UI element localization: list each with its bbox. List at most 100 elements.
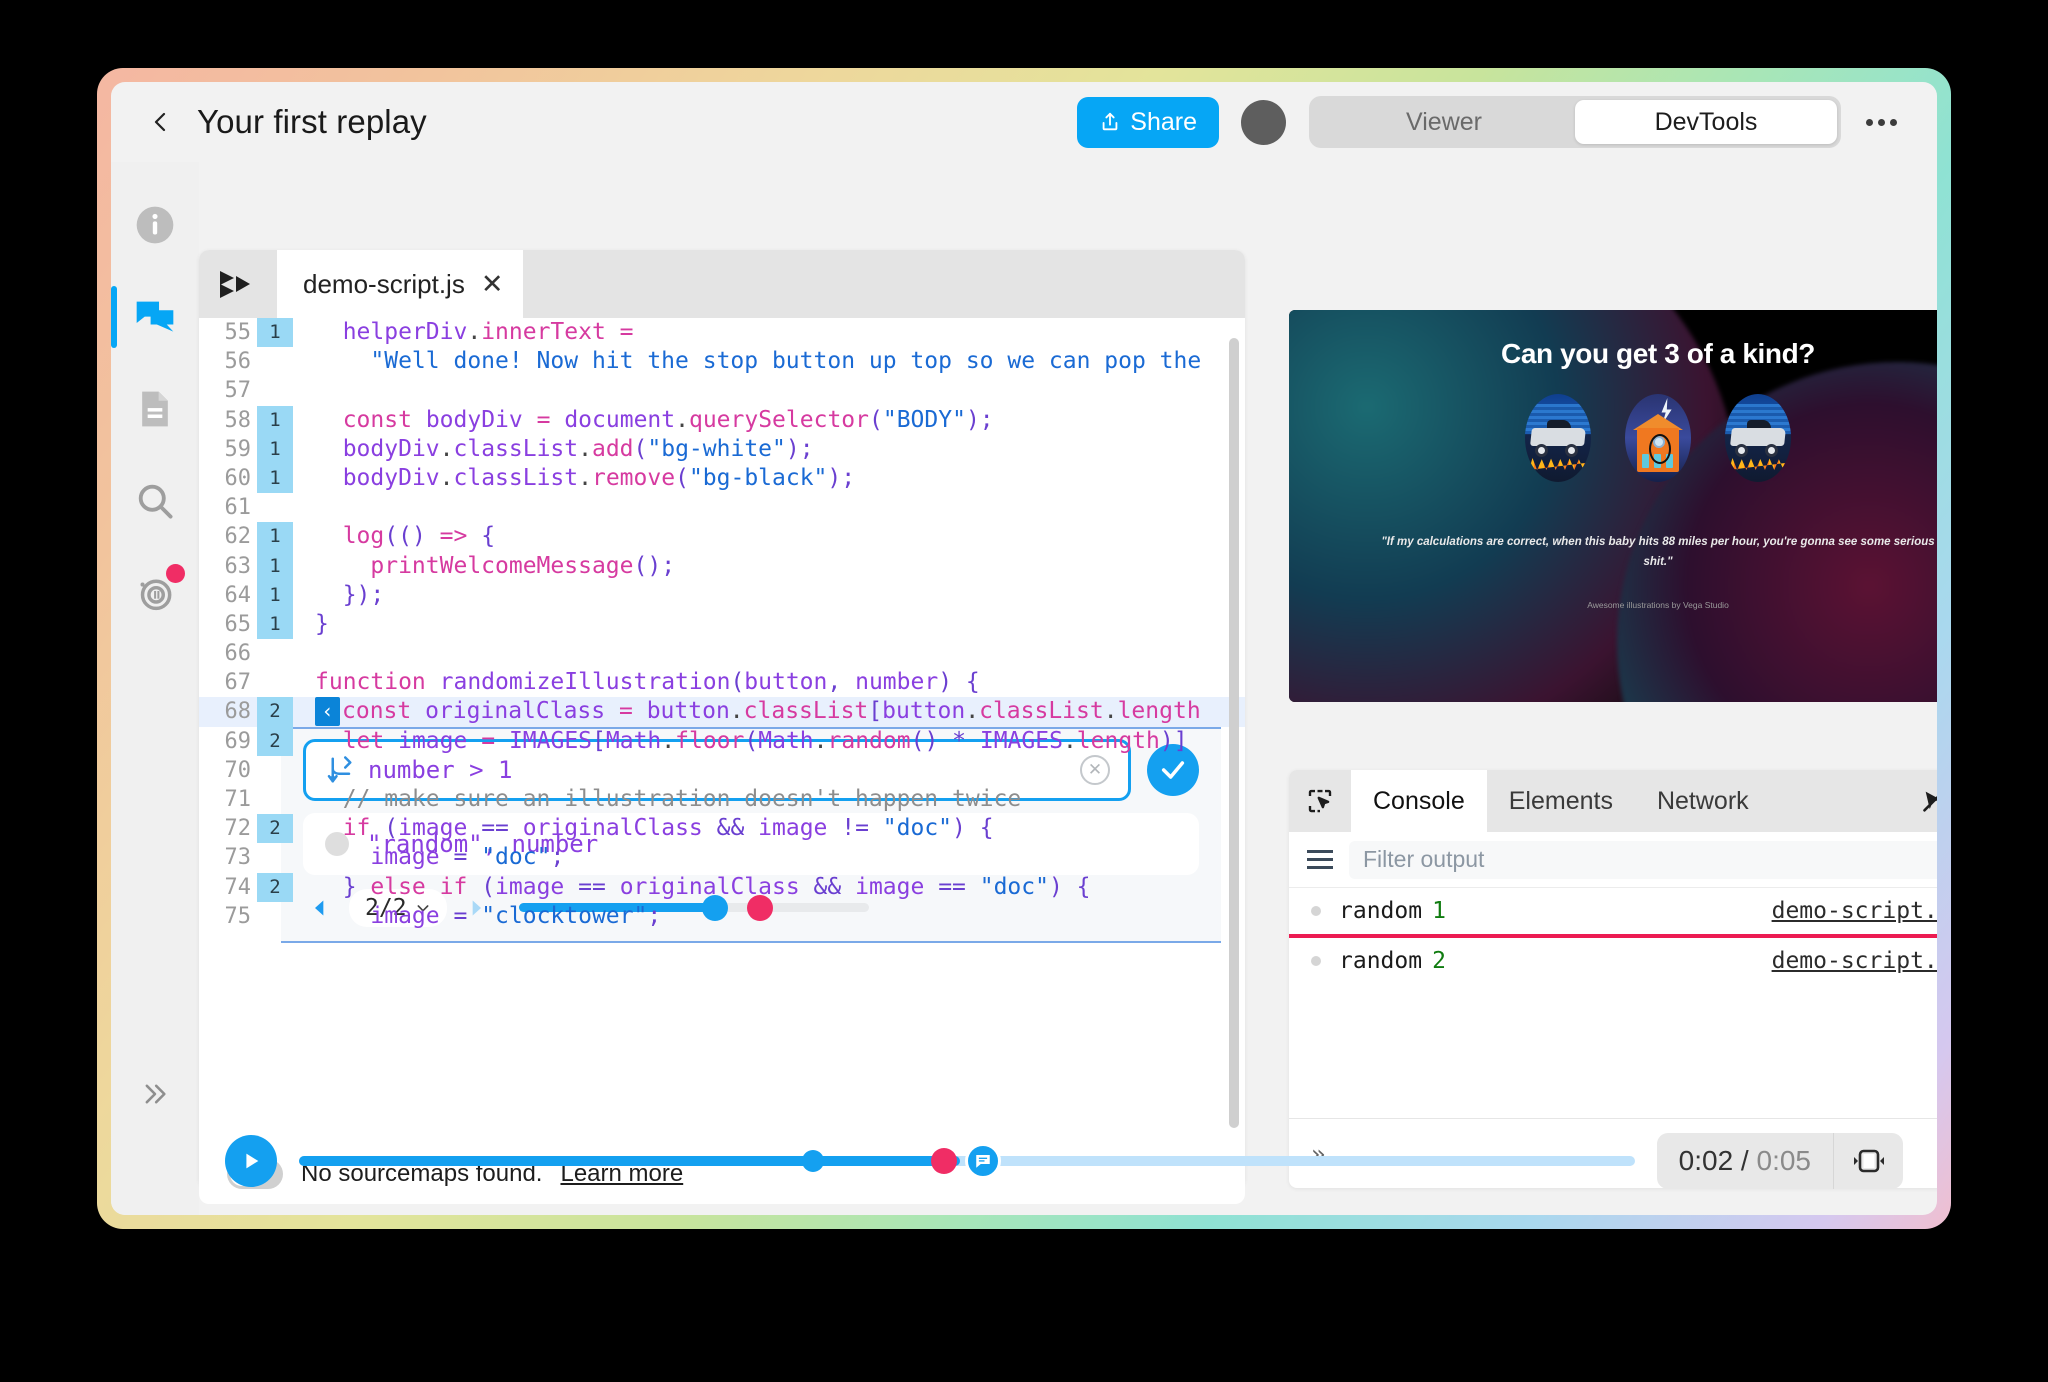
code-line[interactable]: 63 1 printWelcomeMessage(); xyxy=(199,551,1245,581)
log-source-link[interactable]: demo-script.js:68 xyxy=(1772,948,1937,974)
play-icon xyxy=(246,1153,259,1169)
code-token: == xyxy=(467,815,523,842)
code-line[interactable]: 71 // make sure an illustration doesn't … xyxy=(199,785,1245,814)
hit-count[interactable]: 2 xyxy=(257,872,293,902)
code-text: const bodyDiv = document.querySelector("… xyxy=(293,406,1245,435)
hit-count[interactable]: 2 xyxy=(257,814,293,844)
hide-nodes-button[interactable] xyxy=(1915,781,1937,821)
code-line[interactable]: 67 function randomizeIllustration(button,… xyxy=(199,668,1245,697)
timeline-comment-marker[interactable] xyxy=(964,1143,1001,1179)
code-line[interactable]: 61 xyxy=(199,493,1245,522)
file-tab-demo-script[interactable]: demo-script.js ✕ xyxy=(277,250,524,318)
line-number: 61 xyxy=(224,495,252,521)
code-line[interactable]: 73 image = "doc"; xyxy=(199,843,1245,872)
tab-devtools[interactable]: DevTools xyxy=(1575,100,1837,144)
code-line[interactable]: 60 1 bodyDiv.classList.remove("bg-black")… xyxy=(199,463,1245,494)
console-log-row[interactable]: random 2 demo-script.js:68 xyxy=(1289,938,1937,984)
hit-count[interactable]: 1 xyxy=(257,434,293,464)
clocktower-icon[interactable] xyxy=(1625,394,1691,482)
sidebar-item-search[interactable] xyxy=(123,466,187,536)
tab-network[interactable]: Network xyxy=(1635,770,1771,832)
sidebar-item-breakpoints[interactable] xyxy=(123,558,187,628)
resize-panel-button[interactable] xyxy=(1833,1133,1903,1189)
log-source-link[interactable]: demo-script.js:68 xyxy=(1772,898,1937,924)
code-line[interactable]: 64 1 }); xyxy=(199,580,1245,610)
code-token: originalClass xyxy=(619,873,800,900)
avatar[interactable] xyxy=(1241,99,1286,145)
code-line[interactable]: 59 1 bodyDiv.classList.add("bg-white"); xyxy=(199,434,1245,464)
log-message: random xyxy=(1339,898,1423,924)
timeline-playhead[interactable] xyxy=(931,1148,958,1174)
code-line[interactable]: 74 2 } else if (image == originalClass &&… xyxy=(199,872,1245,902)
hit-count[interactable]: 1 xyxy=(257,551,293,581)
hit-count[interactable]: 1 xyxy=(257,609,293,640)
share-button[interactable]: Share xyxy=(1077,96,1219,148)
play-button[interactable] xyxy=(225,1135,277,1187)
hit-count[interactable]: 1 xyxy=(257,405,293,435)
replay-logo-button[interactable] xyxy=(199,250,277,318)
filter-output-input[interactable] xyxy=(1349,840,1937,879)
replay-video-preview[interactable]: Can you get 3 of a kind? "If my calculat… xyxy=(1289,310,1937,702)
tab-viewer[interactable]: Viewer xyxy=(1313,100,1575,144)
sidebar-item-sources[interactable] xyxy=(123,374,187,444)
replay-app: Your first replay Share Viewer DevTools … xyxy=(111,82,1937,1215)
editor-tab-bar: demo-script.js ✕ xyxy=(199,250,1245,318)
code-line[interactable]: 72 2 if (image == originalClass && image … xyxy=(199,814,1245,844)
code-token: "BODY" xyxy=(882,406,966,433)
code-line[interactable]: 75 image = "clocktower"; xyxy=(199,902,1245,931)
code-text: log(() => { xyxy=(293,522,1245,551)
code-line[interactable]: 69 2 let image = IMAGES[Math.floor(Math.r… xyxy=(199,726,1245,756)
console-tab-actions xyxy=(1915,770,1937,832)
editor-vertical-scrollbar[interactable] xyxy=(1229,338,1239,1128)
hit-count[interactable]: 1 xyxy=(257,522,293,552)
delorean-icon[interactable] xyxy=(1725,394,1791,482)
tab-elements[interactable]: Elements xyxy=(1487,770,1635,832)
tab-console[interactable]: Console xyxy=(1351,770,1487,832)
code-token: image xyxy=(398,815,468,842)
hit-count[interactable]: 1 xyxy=(257,318,293,348)
timeline-scrubber[interactable] xyxy=(299,1143,1635,1179)
code-line[interactable]: 56 "Well done! Now hit the stop button u… xyxy=(199,347,1245,376)
file-tab-label: demo-script.js xyxy=(303,268,465,299)
more-options-button[interactable] xyxy=(1859,100,1903,144)
code-token: originalClass xyxy=(425,698,606,725)
chevron-left-icon[interactable]: ‹ xyxy=(315,697,340,727)
log-message: random xyxy=(1339,948,1423,974)
breakpoint-badge xyxy=(166,564,185,583)
video-content: Can you get 3 of a kind? "If my calculat… xyxy=(1289,310,1937,702)
code-line[interactable]: 62 1 log(() => { xyxy=(199,522,1245,552)
hit-count[interactable]: 2 xyxy=(257,697,293,727)
code-line[interactable]: 66 xyxy=(199,639,1245,668)
chevron-left-icon xyxy=(154,112,166,132)
code-token: = xyxy=(619,319,634,345)
code-line[interactable]: 58 1 const bodyDiv = document.querySelect… xyxy=(199,405,1245,435)
inspect-element-button[interactable] xyxy=(1289,770,1351,832)
code-line[interactable]: 55 1 helperDiv.innerText = xyxy=(199,318,1245,348)
code-area[interactable]: 55 1 helperDiv.innerText = 56 "Well done! … xyxy=(199,318,1245,1188)
hit-count[interactable]: 1 xyxy=(257,580,293,610)
code-line[interactable]: 70 xyxy=(199,756,1245,785)
code-line[interactable]: 68 2 ‹ const originalClass = button.classLi… xyxy=(199,697,1245,727)
close-icon[interactable]: ✕ xyxy=(481,270,504,298)
hit-count[interactable]: 1 xyxy=(257,463,293,494)
replay-logo-icon xyxy=(220,271,250,298)
code-token: != xyxy=(827,815,883,842)
hit-count[interactable]: 2 xyxy=(257,726,293,756)
sidebar-item-comments[interactable] xyxy=(111,282,187,352)
sidebar-item-info[interactable] xyxy=(123,190,187,260)
timeline-hit-marker[interactable] xyxy=(802,1150,825,1172)
hamburger-icon[interactable] xyxy=(1307,850,1333,869)
code-token: == xyxy=(924,873,980,900)
expand-sidebar-button[interactable] xyxy=(125,1069,185,1119)
back-button[interactable] xyxy=(139,100,183,144)
code-token: classList xyxy=(453,464,579,491)
code-line[interactable]: 65 1} xyxy=(199,609,1245,640)
delorean-icon[interactable] xyxy=(1525,394,1591,482)
code-text: image = "clocktower"; xyxy=(293,902,1245,931)
code-token: [ xyxy=(868,698,883,725)
line-number: 72 xyxy=(224,816,252,842)
code-token: }); xyxy=(315,581,385,608)
code-line[interactable]: 57 xyxy=(199,376,1245,405)
console-filter-row xyxy=(1289,832,1937,888)
console-log-row[interactable]: random 1 demo-script.js:68 xyxy=(1289,888,1937,934)
